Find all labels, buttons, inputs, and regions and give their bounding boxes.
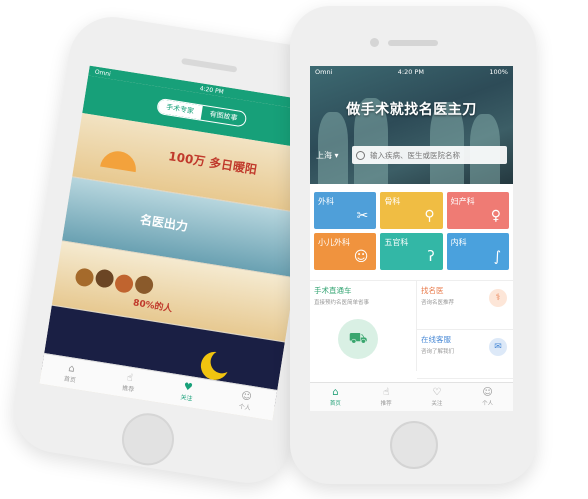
bone-icon: ⚲	[424, 208, 435, 224]
tab-profile[interactable]: ☺ 个人	[462, 383, 513, 411]
dept-internal[interactable]: 内科 ∫	[446, 233, 509, 270]
dept-label: 小儿外科	[318, 238, 350, 247]
home-button[interactable]	[390, 421, 438, 469]
service-cards: 手术直通车 直接预约名医简单省事 ⛟ 找名医 咨询名医推荐 ⚕ 在线客服 咨询了…	[310, 280, 513, 379]
tab-follow[interactable]: ♡ 关注	[412, 383, 463, 411]
dept-label: 骨科	[384, 197, 401, 206]
tab-label: 首页	[329, 401, 341, 407]
baby-icon: ☺	[353, 249, 369, 265]
dept-label: 外科	[318, 197, 334, 206]
city-selector[interactable]: 上海 ▾	[316, 150, 352, 161]
surgery-express-card[interactable]: 手术直通车 直接预约名医简单省事 ⛟	[310, 281, 417, 371]
banner-text: 100万 多日暖阳	[167, 149, 258, 177]
tab-home[interactable]: ⌂ 首页	[310, 383, 361, 411]
segment-stories[interactable]: 有图故事	[201, 106, 247, 127]
hero-banner: Omni 4:20 PM 100% 做手术就找名医主刀 上海 ▾ 输入疾病、医生…	[310, 66, 513, 184]
tab-home[interactable]: ⌂ 首页	[39, 354, 102, 393]
status-bar: Omni 4:20 PM 100%	[310, 66, 513, 78]
search-placeholder: 输入疾病、医生或医院名称	[370, 150, 460, 160]
tab-label: 推荐	[380, 401, 392, 407]
battery-label: 100%	[489, 68, 508, 76]
chat-bubble-icon: ✉	[489, 338, 507, 356]
dept-pediatric-surgery[interactable]: 小儿外科 ☺	[314, 233, 377, 270]
tab-label: 个人	[482, 401, 494, 407]
tab-recommend[interactable]: ☝ 推荐	[361, 383, 412, 411]
tab-follow[interactable]: ♥ 关注	[156, 372, 219, 411]
user-icon: ☺	[482, 387, 493, 398]
carrier: Omni	[315, 68, 333, 76]
tab-bar: ⌂ 首页 ☝ 推荐 ♡ 关注 ☺ 个人	[310, 382, 513, 411]
clock: 4:20 PM	[397, 68, 424, 76]
camera	[370, 38, 379, 47]
banner-text: 名医出力	[139, 212, 189, 234]
dept-orthopedics[interactable]: 骨科 ⚲	[380, 192, 443, 229]
dept-label: 五官科	[384, 238, 409, 247]
ear-icon: ʔ	[427, 249, 435, 265]
dept-obstetrics[interactable]: 妇产科 ♀	[446, 192, 509, 229]
tab-label: 推荐	[121, 384, 135, 394]
search-bar: 上海 ▾ 输入疾病、医生或医院名称	[316, 145, 507, 165]
front-phone: Omni 4:20 PM 100% 做手术就找名医主刀 上海 ▾ 输入疾病、医生…	[290, 6, 536, 484]
doctor-icon: ⚕	[489, 289, 507, 307]
dept-label: 妇产科	[450, 197, 475, 206]
dept-label: 内科	[450, 238, 467, 247]
dept-ent[interactable]: 五官科 ʔ	[380, 233, 443, 270]
hero-title: 做手术就找名医主刀	[346, 102, 477, 118]
segmented-control: 手术专家 有图故事	[156, 97, 248, 128]
card-title: 手术直通车	[314, 286, 352, 295]
thumb-icon: ☝	[383, 387, 390, 398]
stomach-icon: ∫	[493, 249, 501, 265]
thumb-icon: ☝	[125, 372, 134, 385]
front-phone-screen: Omni 4:20 PM 100% 做手术就找名医主刀 上海 ▾ 输入疾病、医生…	[310, 66, 513, 411]
find-doctor-card[interactable]: 找名医 咨询名医推荐 ⚕	[417, 281, 513, 330]
chevron-down-icon: ▾	[334, 150, 339, 160]
tab-label: 个人	[238, 403, 252, 412]
tab-label: 首页	[63, 375, 77, 385]
right-cards: 找名医 咨询名医推荐 ⚕ 在线客服 咨询了解我们 ✉	[417, 281, 513, 379]
scissors-icon: ✂	[356, 208, 369, 224]
city-label: 上海	[316, 150, 332, 160]
department-grid: 外科 ✂ 骨科 ⚲ 妇产科 ♀ 小儿外科 ☺ 五官科 ʔ 内科 ∫	[310, 184, 513, 270]
heart-icon: ♡	[432, 387, 442, 398]
tab-label: 关注	[179, 393, 193, 403]
home-button[interactable]	[118, 409, 178, 470]
tab-recommend[interactable]: ☝ 推荐	[98, 363, 161, 402]
ambulance-icon: ⛟	[338, 319, 378, 359]
dept-surgery[interactable]: 外科 ✂	[314, 192, 377, 229]
card-subtitle: 直接预约名医简单省事	[314, 300, 370, 306]
online-service-card[interactable]: 在线客服 咨询了解我们 ✉	[417, 330, 513, 379]
pregnant-icon: ♀	[490, 208, 501, 224]
speaker	[181, 57, 238, 73]
back-phone-screen: Omni 4:20 PM ▮ 手术专家 有图故事 100万 多日暖阳 名医出力 …	[39, 65, 323, 421]
sun-icon	[99, 151, 136, 174]
tab-profile[interactable]: ☺ 个人	[214, 382, 277, 421]
tab-label: 关注	[431, 401, 443, 407]
speaker	[388, 40, 438, 46]
segment-experts[interactable]: 手术专家	[157, 98, 203, 120]
search-input[interactable]: 输入疾病、医生或医院名称	[352, 146, 507, 164]
home-icon: ⌂	[332, 387, 339, 398]
search-icon	[356, 150, 365, 160]
